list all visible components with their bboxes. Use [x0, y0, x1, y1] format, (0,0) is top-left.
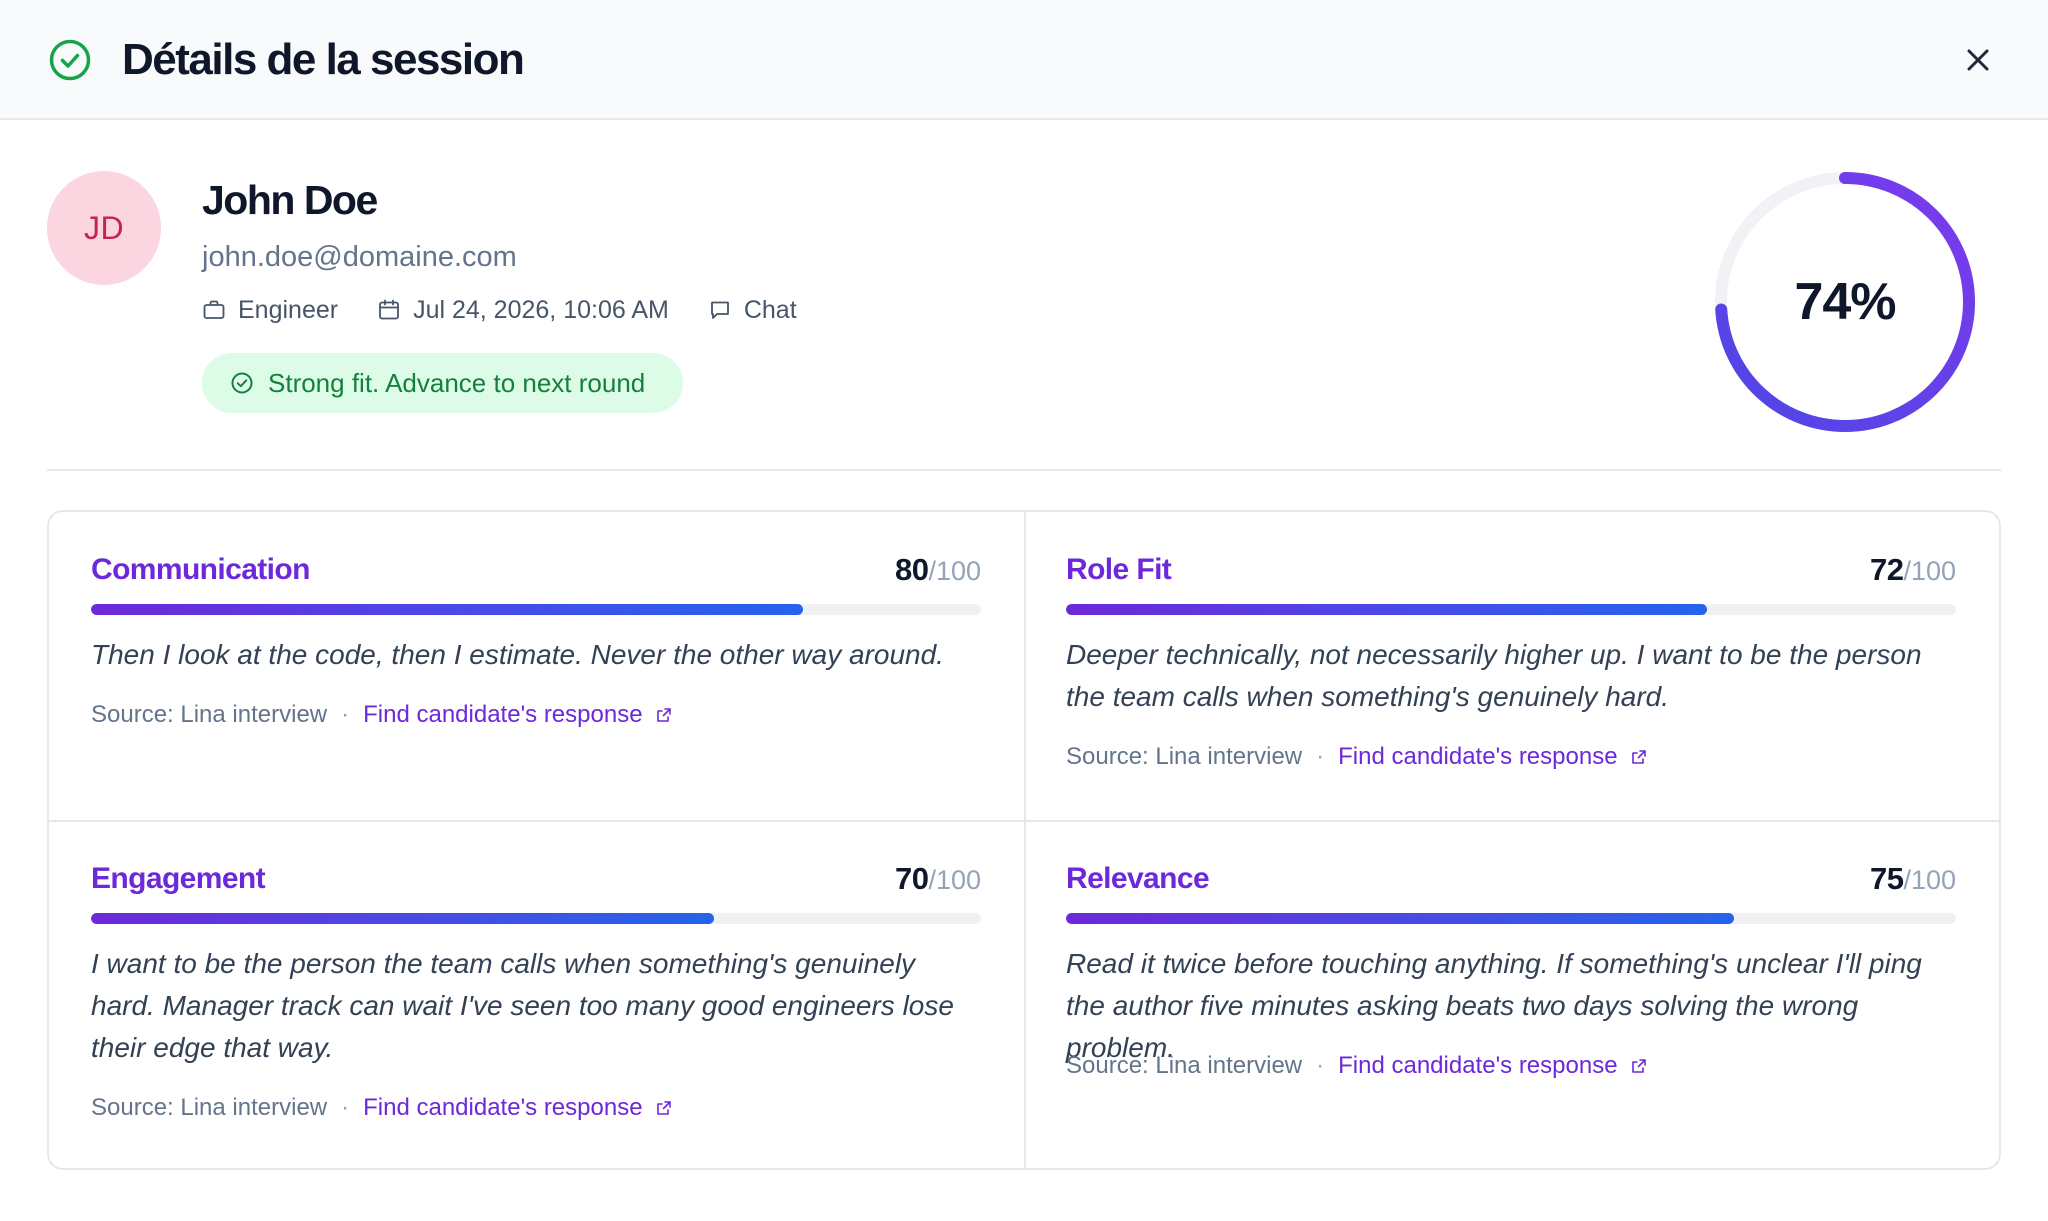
- find-response-label: Find candidate's response: [363, 701, 643, 728]
- find-response-label: Find candidate's response: [363, 1094, 643, 1121]
- criterion-score: 75/100: [1870, 857, 1956, 907]
- separator-dot: ·: [341, 1094, 350, 1121]
- separator-dot: ·: [1316, 743, 1325, 770]
- criterion-source: Source: Lina interview: [1066, 1052, 1303, 1079]
- separator-dot: ·: [1316, 1052, 1325, 1079]
- criterion-title: Relevance: [1066, 862, 1210, 895]
- criterion-progress-fill: [1066, 604, 1707, 615]
- criterion-quote: Deeper technically, not necessarily high…: [1066, 639, 1922, 712]
- criterion-score-value: 80: [894, 552, 929, 587]
- external-link-icon: [1631, 750, 1646, 764]
- find-response-link[interactable]: Find candidate's response: [1338, 1049, 1647, 1083]
- session-details-modal: Détails de la session JD John Doe john.d…: [0, 0, 2048, 1221]
- criterion-title: Role Fit: [1066, 553, 1172, 586]
- criterion-source-line: Source: Lina interview · Find candidate'…: [1066, 740, 1648, 774]
- criterion-quote: I want to be the person the team calls w…: [91, 948, 954, 1063]
- overall-score-value: 74%: [1794, 273, 1896, 331]
- criterion-score-max: /100: [928, 556, 981, 586]
- criterion-card-engagement: Engagement 70/100 I want to be the perso…: [91, 857, 981, 1147]
- check-circle-icon: [231, 372, 253, 394]
- external-link-icon: [656, 1101, 671, 1115]
- criterion-source: Source: Lina interview: [91, 1094, 328, 1121]
- criterion-progress-fill: [91, 913, 714, 924]
- criterion-score-max: /100: [1903, 556, 1956, 586]
- briefcase-icon: [203, 300, 225, 319]
- criterion-source: Source: Lina interview: [91, 701, 328, 728]
- calendar-icon: [379, 299, 399, 320]
- modal-header: Détails de la session: [0, 0, 2048, 120]
- grid-divider-vertical: [1024, 512, 1026, 1168]
- meta-channel-label: Chat: [743, 295, 797, 324]
- find-response-label: Find candidate's response: [1338, 1052, 1618, 1079]
- criterion-progress-fill: [1066, 913, 1734, 924]
- criterion-score-max: /100: [1903, 865, 1956, 895]
- find-response-link[interactable]: Find candidate's response: [1338, 740, 1647, 774]
- chat-bubble-icon: [710, 301, 729, 319]
- meta-channel: Chat: [708, 296, 797, 325]
- criterion-quote: Then I look at the code, then I estimate…: [91, 639, 944, 670]
- criterion-card-relevance: Relevance 75/100 Read it twice before to…: [1066, 857, 1956, 1097]
- candidate-email: john.doe@domaine.com: [202, 241, 517, 273]
- find-response-link[interactable]: Find candidate's response: [363, 698, 672, 732]
- divider: [47, 469, 2001, 471]
- criterion-progress-fill: [91, 604, 803, 615]
- criterion-source: Source: Lina interview: [1066, 743, 1303, 770]
- criterion-progress-track: [91, 604, 981, 615]
- separator-dot: ·: [341, 701, 350, 728]
- criterion-score-max: /100: [928, 865, 981, 895]
- criterion-score-value: 70: [894, 861, 929, 896]
- meta-date-label: Jul 24, 2026, 10:06 AM: [413, 295, 669, 324]
- criterion-source-line: Source: Lina interview · Find candidate'…: [91, 1091, 673, 1125]
- verdict-badge: Strong fit. Advance to next round: [202, 353, 683, 413]
- meta-role: Engineer: [202, 296, 338, 325]
- verdict-text: Strong fit. Advance to next round: [268, 367, 646, 398]
- criterion-score: 80/100: [895, 548, 981, 598]
- check-circle-icon: [49, 39, 91, 81]
- criterion-progress-track: [1066, 913, 1956, 924]
- criterion-score: 72/100: [1870, 548, 1956, 598]
- modal-title: Détails de la session: [122, 35, 525, 84]
- find-response-link[interactable]: Find candidate's response: [363, 1091, 672, 1125]
- criterion-title: Communication: [91, 553, 310, 586]
- candidate-name: John Doe: [202, 177, 378, 223]
- criterion-card-communication: Communication 80/100 Then I look at the …: [91, 548, 981, 788]
- criterion-score-value: 72: [1869, 552, 1904, 587]
- avatar: JD: [47, 171, 161, 285]
- candidate-meta: Engineer Jul 24, 2026, 10:06 AM Chat: [202, 292, 836, 328]
- external-link-icon: [1631, 1059, 1646, 1073]
- grid-divider-horizontal: [49, 820, 1999, 822]
- find-response-label: Find candidate's response: [1338, 743, 1618, 770]
- meta-role-label: Engineer: [238, 295, 339, 324]
- criterion-card-role-fit: Role Fit 72/100 Deeper technically, not …: [1066, 548, 1956, 788]
- criterion-score-value: 75: [1869, 861, 1904, 896]
- criterion-progress-track: [1066, 604, 1956, 615]
- criterion-source-line: Source: Lina interview · Find candidate'…: [1066, 1049, 1648, 1083]
- criterion-source-line: Source: Lina interview · Find candidate'…: [91, 698, 673, 732]
- criteria-grid: Communication 80/100 Then I look at the …: [47, 510, 2001, 1170]
- external-link-icon: [656, 708, 671, 722]
- close-icon[interactable]: [1962, 44, 1994, 76]
- criterion-title: Engagement: [91, 862, 266, 895]
- criterion-score: 70/100: [895, 857, 981, 907]
- meta-date: Jul 24, 2026, 10:06 AM: [377, 296, 669, 325]
- criterion-progress-track: [91, 913, 981, 924]
